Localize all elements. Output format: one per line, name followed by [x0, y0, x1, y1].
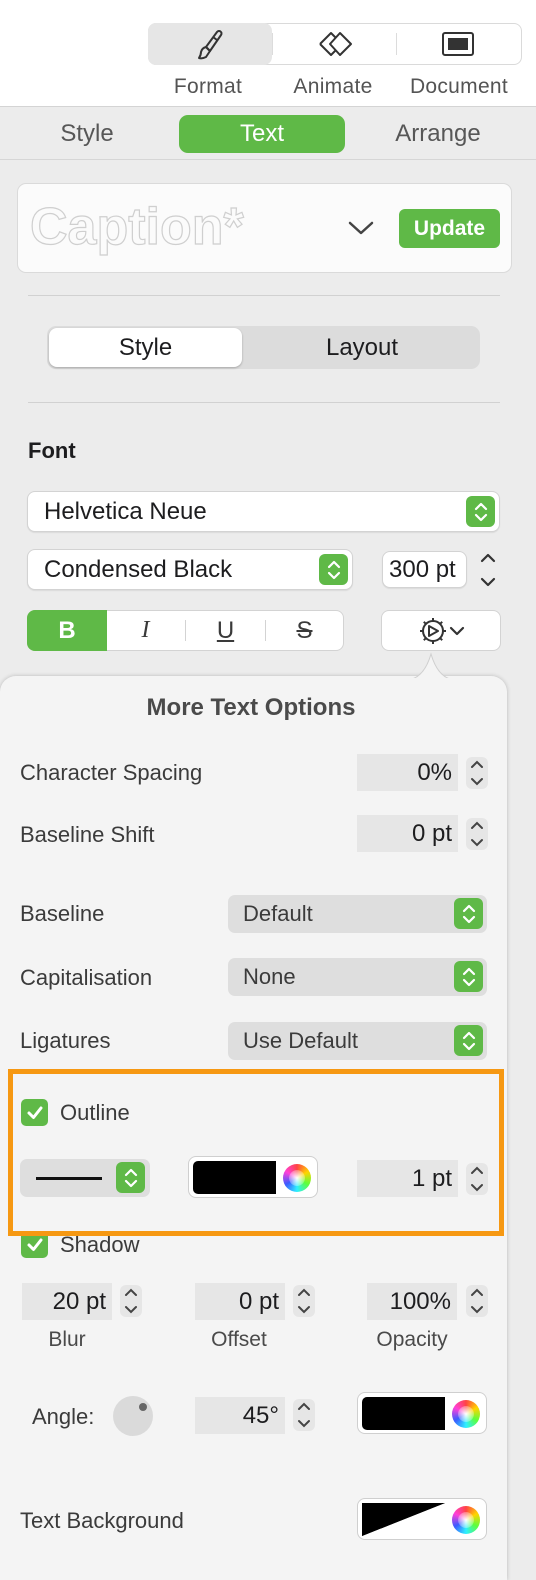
- shadow-angle-stepper[interactable]: [293, 1399, 315, 1431]
- shadow-color-well[interactable]: [357, 1392, 487, 1434]
- character-spacing-stepper[interactable]: [466, 757, 488, 789]
- animate-button[interactable]: [272, 23, 396, 65]
- ligatures-popup[interactable]: Use Default: [228, 1022, 487, 1060]
- strikethrough-button[interactable]: S: [265, 610, 344, 651]
- shadow-opacity-label: Opacity: [376, 1328, 448, 1351]
- divider: [28, 295, 500, 296]
- shadow-blur-field[interactable]: 20 pt: [22, 1283, 112, 1320]
- stepper-up-icon[interactable]: [122, 1285, 140, 1299]
- stepper-up-icon[interactable]: [295, 1399, 313, 1413]
- checkmark-icon: [27, 1238, 42, 1251]
- shadow-offset-field[interactable]: 0 pt: [195, 1283, 285, 1320]
- shadow-blur-stepper[interactable]: [120, 1285, 142, 1317]
- format-label: Format: [173, 75, 243, 98]
- update-style-button[interactable]: Update: [399, 209, 500, 248]
- segment-layout[interactable]: Layout: [246, 328, 478, 367]
- chevron-down-icon[interactable]: [347, 219, 375, 244]
- italic-button[interactable]: I: [106, 610, 185, 651]
- shadow-offset-stepper[interactable]: [293, 1285, 315, 1317]
- stepper-up-icon[interactable]: [468, 1285, 486, 1299]
- character-spacing-label: Character Spacing: [20, 760, 203, 785]
- stepper-up-icon[interactable]: [478, 550, 498, 566]
- bold-button[interactable]: B: [27, 610, 107, 651]
- shadow-opacity-stepper[interactable]: [466, 1285, 488, 1317]
- up-down-chevron-icon: [454, 898, 483, 929]
- format-button[interactable]: [148, 23, 272, 65]
- up-down-chevron-icon: [454, 1025, 483, 1056]
- baseline-label: Baseline: [20, 901, 105, 926]
- stepper-down-icon[interactable]: [295, 1417, 313, 1431]
- shadow-offset-label: Offset: [211, 1328, 267, 1351]
- text-background-color-well[interactable]: [357, 1498, 487, 1540]
- baseline-shift-stepper[interactable]: [466, 818, 488, 850]
- shadow-opacity-field[interactable]: 100%: [367, 1283, 457, 1320]
- font-size-stepper[interactable]: [477, 550, 499, 590]
- stepper-up-icon[interactable]: [468, 757, 486, 771]
- capitalisation-popup[interactable]: None: [228, 958, 487, 996]
- underline-button[interactable]: U: [186, 610, 265, 651]
- document-label: Document: [409, 75, 509, 98]
- font-family-value: Helvetica Neue: [44, 497, 207, 525]
- tab-style[interactable]: Style: [4, 115, 170, 153]
- stepper-up-icon[interactable]: [468, 818, 486, 832]
- stepper-down-icon[interactable]: [468, 836, 486, 850]
- color-wheel-icon[interactable]: [452, 1506, 480, 1534]
- popover-arrow: [408, 652, 454, 680]
- angle-dial-knob: [139, 1403, 147, 1411]
- capitalisation-value: None: [243, 964, 296, 989]
- advanced-options-button[interactable]: [381, 610, 501, 651]
- color-wheel-icon[interactable]: [452, 1400, 480, 1428]
- tab-text[interactable]: Text: [179, 115, 345, 153]
- angle-dial[interactable]: [113, 1396, 153, 1436]
- up-down-chevron-icon: [454, 961, 483, 992]
- stepper-down-icon[interactable]: [478, 574, 498, 590]
- ligatures-value: Use Default: [243, 1028, 358, 1053]
- chevron-down-icon: [449, 626, 465, 635]
- capitalisation-label: Capitalisation: [20, 965, 153, 990]
- baseline-value: Default: [243, 901, 313, 926]
- font-section-heading: Font: [28, 438, 76, 463]
- font-typeface-value: Condensed Black: [44, 555, 233, 583]
- up-down-chevron-icon: [319, 554, 348, 585]
- no-fill-swatch: [362, 1503, 445, 1536]
- ligatures-label: Ligatures: [20, 1028, 111, 1053]
- animate-label: Animate: [293, 75, 373, 98]
- popover-title: More Text Options: [146, 694, 356, 721]
- shadow-blur-label: Blur: [48, 1328, 86, 1351]
- shadow-color-swatch: [362, 1397, 445, 1430]
- stepper-up-icon[interactable]: [295, 1285, 313, 1299]
- stepper-down-icon[interactable]: [468, 775, 486, 789]
- font-size-field[interactable]: 300 pt: [382, 551, 467, 588]
- angle-label: Angle:: [32, 1404, 95, 1429]
- animate-diamond-icon: [319, 32, 352, 56]
- tab-arrange[interactable]: Arrange: [355, 115, 521, 153]
- paragraph-style-name: Caption*: [29, 197, 244, 256]
- paintbrush-icon: [198, 30, 223, 60]
- document-icon: [442, 32, 474, 56]
- baseline-shift-label: Baseline Shift: [20, 822, 155, 847]
- font-typeface-popup[interactable]: Condensed Black: [27, 549, 353, 590]
- up-down-chevron-icon: [466, 496, 495, 527]
- segment-style[interactable]: Style: [49, 328, 242, 367]
- gear-icon: [420, 617, 446, 644]
- stepper-down-icon[interactable]: [295, 1303, 313, 1317]
- baseline-popup[interactable]: Default: [228, 895, 487, 933]
- document-button[interactable]: [396, 23, 520, 65]
- baseline-shift-field[interactable]: 0 pt: [357, 815, 458, 852]
- character-spacing-field[interactable]: 0%: [357, 754, 458, 791]
- font-family-popup[interactable]: Helvetica Neue: [27, 491, 500, 532]
- divider: [28, 402, 500, 403]
- outline-highlight-box: [8, 1069, 504, 1236]
- stepper-down-icon[interactable]: [122, 1303, 140, 1317]
- stepper-down-icon[interactable]: [468, 1303, 486, 1317]
- shadow-angle-field[interactable]: 45°: [195, 1397, 285, 1434]
- text-background-label: Text Background: [20, 1508, 184, 1533]
